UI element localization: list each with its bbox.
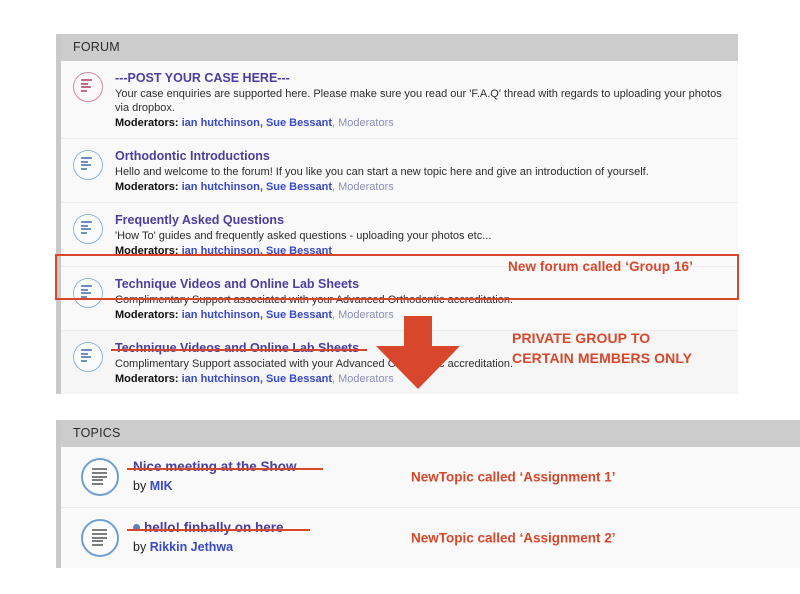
annotation-new-forum-label: New forum called ‘Group 16’ <box>508 259 693 274</box>
forum-description: 'How To' guides and frequently asked que… <box>115 230 492 242</box>
topic-author-link[interactable]: Rikkin Jethwa <box>150 540 233 554</box>
topic-title-link[interactable]: hello! finbally on here <box>144 520 284 535</box>
annotation-new-topic-2: NewTopic called ‘Assignment 2’ <box>411 530 616 546</box>
moderator-links[interactable]: ian hutchinson, Sue Bessant <box>182 373 332 385</box>
forum-moderators: Moderators: ian hutchinson, Sue Bessant,… <box>115 180 728 194</box>
forum-icon <box>73 278 103 308</box>
forum-title-link[interactable]: Technique Videos and Online Lab Sheets <box>110 341 368 356</box>
forum-row-body: Frequently Asked Questions 'How To' guid… <box>115 211 728 258</box>
unread-dot-icon <box>133 524 140 531</box>
annotation-private-line2: CERTAIN MEMBERS ONLY <box>512 350 693 366</box>
moderators-label: Moderators: <box>115 373 179 385</box>
forum-moderators: Moderators: ian hutchinson, Sue Bessant <box>115 244 728 258</box>
forum-icon <box>73 150 103 180</box>
topic-title-wrap: Nice meeting at the Show <box>127 458 322 476</box>
topic-author-link[interactable]: MIK <box>150 479 173 493</box>
forum-title-link[interactable]: Orthodontic Introductions <box>115 149 270 164</box>
moderator-links[interactable]: ian hutchinson, Sue Bessant <box>182 181 332 193</box>
forum-panel-header: FORUM <box>61 34 738 61</box>
moderator-links[interactable]: ian hutchinson, Sue Bessant <box>182 245 332 257</box>
topic-title-link[interactable]: Nice meeting at the Show <box>133 459 297 474</box>
topic-by-prefix: by <box>133 479 150 493</box>
moderators-label: Moderators: <box>115 309 179 321</box>
forum-row-body: ---POST YOUR CASE HERE--- Your case enqu… <box>115 69 728 130</box>
topic-title-wrap: hello! finbally on here <box>127 519 309 537</box>
moderators-label: Moderators: <box>115 117 179 129</box>
moderator-group-link[interactable]: , Moderators <box>332 181 394 193</box>
topics-panel: TOPICS Nice meeting at the Show by MIK N… <box>56 420 800 568</box>
moderators-label: Moderators: <box>115 245 179 257</box>
forum-moderators: Moderators: ian hutchinson, Sue Bessant,… <box>115 116 728 130</box>
forum-title-link[interactable]: ---POST YOUR CASE HERE--- <box>115 71 290 86</box>
forum-description: Your case enquiries are supported here. … <box>115 88 722 114</box>
forum-row[interactable]: ---POST YOUR CASE HERE--- Your case enqu… <box>61 61 738 138</box>
forum-row-body: Technique Videos and Online Lab Sheets C… <box>115 275 728 322</box>
topic-row[interactable]: hello! finbally on here by Rikkin Jethwa… <box>61 507 800 568</box>
moderator-links[interactable]: ian hutchinson, Sue Bessant <box>182 309 332 321</box>
forum-row[interactable]: Frequently Asked Questions 'How To' guid… <box>61 202 738 266</box>
annotation-private-group: PRIVATE GROUP TO CERTAIN MEMBERS ONLY <box>512 328 692 368</box>
moderators-label: Moderators: <box>115 181 179 193</box>
forum-row-body: Orthodontic Introductions Hello and welc… <box>115 147 728 194</box>
topic-row[interactable]: Nice meeting at the Show by MIK NewTopic… <box>61 447 800 507</box>
topics-panel-header: TOPICS <box>61 420 800 447</box>
down-arrow-icon <box>375 316 461 390</box>
annotation-new-topic-1: NewTopic called ‘Assignment 1’ <box>411 469 616 485</box>
forum-title-link[interactable]: Technique Videos and Online Lab Sheets <box>115 277 359 292</box>
forum-description: Complimentary Support associated with yo… <box>115 294 514 306</box>
moderator-group-link[interactable]: , Moderators <box>332 117 394 129</box>
moderator-links[interactable]: ian hutchinson, Sue Bessant <box>182 117 332 129</box>
forum-title-link[interactable]: Frequently Asked Questions <box>115 213 284 228</box>
forum-icon <box>73 214 103 244</box>
annotation-private-line1: PRIVATE GROUP TO <box>512 330 651 346</box>
topic-row-list: Nice meeting at the Show by MIK NewTopic… <box>61 447 800 568</box>
topic-icon <box>81 458 119 496</box>
forum-unread-red-icon <box>73 72 103 102</box>
topic-by-prefix: by <box>133 540 150 554</box>
forum-icon <box>73 342 103 372</box>
forum-row[interactable]: Orthodontic Introductions Hello and welc… <box>61 138 738 202</box>
forum-description: Hello and welcome to the forum! If you l… <box>115 166 649 178</box>
topic-icon <box>81 519 119 557</box>
